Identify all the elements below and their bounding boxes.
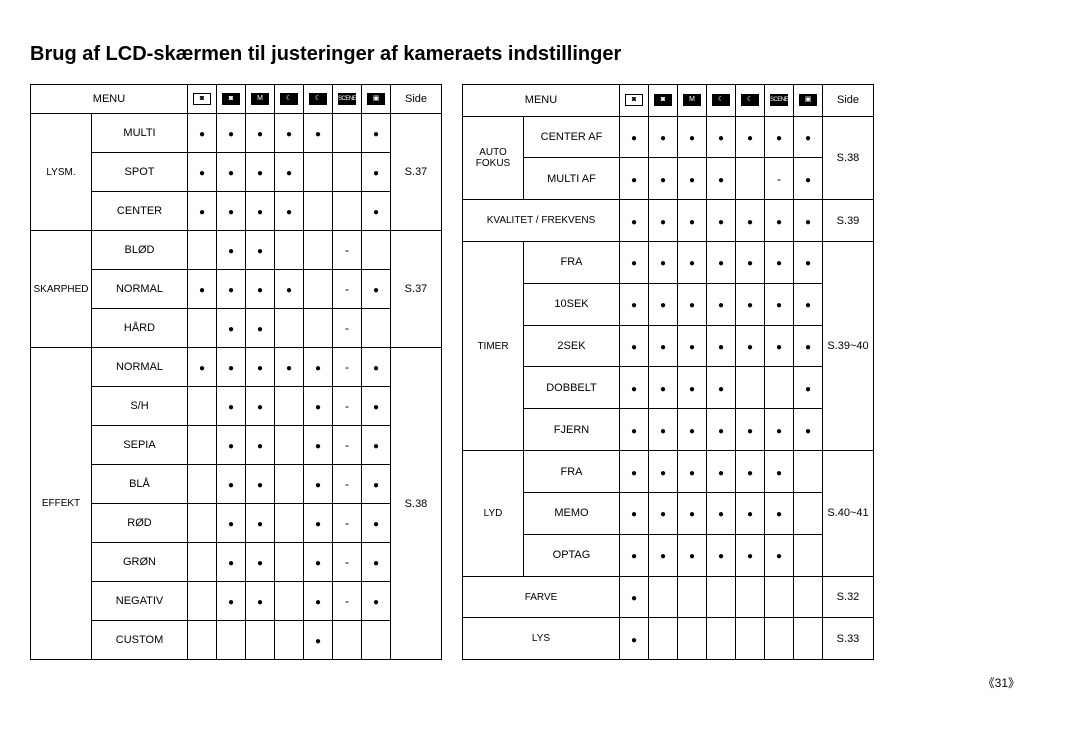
- page-title: Brug af LCD-skærmen til justeringer af k…: [30, 43, 1050, 66]
- item-label: S/H: [92, 387, 188, 426]
- item-label: FRA: [524, 241, 620, 283]
- mode-icon: M: [246, 85, 275, 114]
- item-label: CENTER AF: [524, 116, 620, 158]
- item-label: CENTER: [92, 192, 188, 231]
- mode-icon: M: [678, 85, 707, 116]
- mode-icon: ◙: [188, 85, 217, 114]
- item-label: DOBBELT: [524, 367, 620, 409]
- item-label: NORMAL: [92, 270, 188, 309]
- item-label: MULTI: [92, 114, 188, 153]
- mode-icon: ▣: [794, 85, 823, 116]
- item-label: 10SEK: [524, 283, 620, 325]
- item-label: GRØN: [92, 543, 188, 582]
- item-label: SPOT: [92, 153, 188, 192]
- hdr-menu-right: MENU: [463, 85, 620, 116]
- side-ref: S.39~40: [823, 241, 874, 450]
- side-ref: S.38: [823, 116, 874, 200]
- item-label: 2SEK: [524, 325, 620, 367]
- mode-icon: ◙: [649, 85, 678, 116]
- item-label: OPTAG: [524, 534, 620, 576]
- group-label: EFFEKT: [31, 348, 92, 660]
- mode-icon: ▣: [362, 85, 391, 114]
- group-label: LYD: [463, 451, 524, 576]
- mode-icon: ☾: [707, 85, 736, 116]
- item-label: BLÅ: [92, 465, 188, 504]
- group-label: LYS: [463, 618, 620, 660]
- item-label: BLØD: [92, 231, 188, 270]
- table-right: MENU ◙ ◙ M ☾ ☾ SCENE ▣ Side AUTO FOKUS C…: [462, 84, 874, 660]
- mode-icon: SCENE: [765, 85, 794, 116]
- side-ref: S.39: [823, 200, 874, 242]
- item-label: MEMO: [524, 492, 620, 534]
- mode-icon: ◙: [620, 85, 649, 116]
- mode-icon: ◙: [217, 85, 246, 114]
- mode-icon: SCENE: [333, 85, 362, 114]
- item-label: FJERN: [524, 409, 620, 451]
- page-number: 《31》: [30, 674, 1050, 691]
- hdr-side-left: Side: [391, 85, 442, 114]
- group-label: KVALITET / FREKVENS: [463, 200, 620, 242]
- side-ref: S.33: [823, 618, 874, 660]
- group-label: AUTO FOKUS: [463, 116, 524, 200]
- mode-icon: ☾: [275, 85, 304, 114]
- item-label: CUSTOM: [92, 621, 188, 660]
- side-ref: S.38: [391, 348, 442, 660]
- side-ref: S.40~41: [823, 451, 874, 576]
- item-label: HÅRD: [92, 309, 188, 348]
- group-label: SKARPHED: [31, 231, 92, 348]
- mode-icon: ☾: [736, 85, 765, 116]
- item-label: NORMAL: [92, 348, 188, 387]
- tables-container: MENU ◙ ◙ M ☾ ☾ SCENE ▣ Side LYSM. MULTI …: [30, 84, 1050, 660]
- side-ref: S.37: [391, 231, 442, 348]
- hdr-side-right: Side: [823, 85, 874, 116]
- table-left: MENU ◙ ◙ M ☾ ☾ SCENE ▣ Side LYSM. MULTI …: [30, 84, 442, 660]
- item-label: NEGATIV: [92, 582, 188, 621]
- item-label: MULTI AF: [524, 158, 620, 200]
- item-label: SEPIA: [92, 426, 188, 465]
- hdr-menu-left: MENU: [31, 85, 188, 114]
- group-label: LYSM.: [31, 114, 92, 231]
- side-ref: S.37: [391, 114, 442, 231]
- item-label: FRA: [524, 451, 620, 493]
- item-label: RØD: [92, 504, 188, 543]
- mode-icon: ☾: [304, 85, 333, 114]
- group-label: TIMER: [463, 241, 524, 450]
- group-label: FARVE: [463, 576, 620, 618]
- side-ref: S.32: [823, 576, 874, 618]
